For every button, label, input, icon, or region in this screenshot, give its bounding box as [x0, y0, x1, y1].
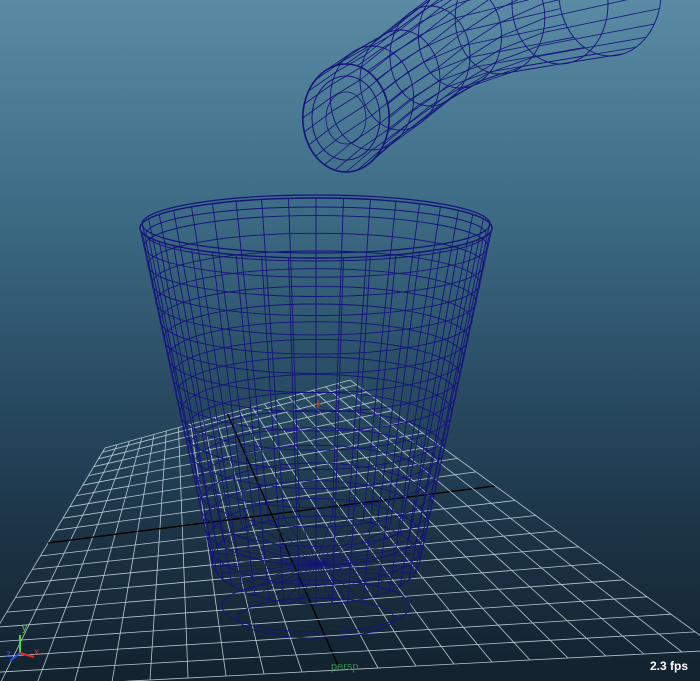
tube-seam	[387, 84, 413, 105]
grid-line	[214, 417, 303, 673]
axis-x-label: x	[34, 647, 39, 658]
tube-seam	[500, 3, 544, 23]
cup-seam	[148, 218, 218, 547]
tube-seam	[543, 0, 560, 4]
cup-seam	[212, 203, 256, 525]
cup-seam	[418, 223, 491, 554]
tube-seam	[304, 84, 333, 105]
tube-seam	[559, 55, 611, 65]
tube-seam	[401, 44, 429, 62]
cup-seam	[261, 199, 285, 519]
tube-seam	[459, 73, 501, 89]
maya-perspective-viewport[interactable]: y x z persp 2.3 fps	[0, 0, 700, 681]
tube-seam	[429, 0, 439, 7]
tube-wireframe[interactable]	[301, 0, 662, 173]
tube-seam	[430, 57, 469, 74]
tube-seam	[449, 80, 482, 100]
cup-seam	[389, 249, 441, 592]
tube-seam	[461, 33, 519, 47]
tube-seam	[335, 104, 366, 125]
tube-seam	[407, 54, 435, 73]
tube-seam	[535, 47, 585, 57]
tube-seam	[409, 80, 440, 100]
cup-seam	[139, 227, 213, 561]
tube-seam	[449, 71, 489, 87]
grid-line	[37, 441, 130, 681]
tube-seam	[439, 55, 471, 81]
tube-seam	[470, 71, 512, 87]
tube-seam	[513, 8, 561, 20]
tube-seam	[379, 98, 411, 124]
tube-seam	[383, 71, 409, 92]
grid-line	[0, 613, 671, 657]
grid-line	[325, 386, 645, 655]
tube-seam	[543, 19, 607, 33]
tube-seam	[544, 3, 609, 19]
cup-seam	[191, 249, 243, 592]
tube-seam	[606, 8, 660, 20]
cup-seam	[414, 218, 484, 547]
tube-seam	[411, 66, 439, 85]
fps-counter: 2.3 fps	[649, 659, 688, 673]
tube-seam	[359, 55, 391, 81]
cup-seam	[141, 223, 214, 554]
camera-name-label: persp	[331, 661, 359, 673]
cup-seam	[376, 203, 420, 525]
tube-ring	[558, 0, 662, 57]
scene-canvas[interactable]	[0, 0, 700, 681]
grid-line	[337, 383, 683, 653]
tube-seam	[388, 97, 414, 119]
tube-seam	[607, 0, 628, 5]
grid-line	[190, 424, 227, 677]
tube-seam	[547, 53, 597, 63]
cup-wireframe[interactable]	[139, 194, 493, 639]
tube-seam	[360, 127, 390, 149]
axis-y-label: y	[22, 623, 27, 634]
tube-seam	[538, 33, 602, 47]
tube-seam	[511, 0, 530, 5]
tube-seam	[526, 36, 574, 47]
axis-gizmo: y x z	[6, 623, 46, 667]
tube-seam	[428, 91, 459, 116]
tube-seam	[601, 23, 655, 35]
tube-seam	[488, 61, 548, 73]
pivot-marker	[314, 400, 322, 408]
tube-seam	[419, 12, 451, 38]
cup-base-spoke	[315, 524, 378, 565]
cup-base-spoke	[315, 539, 409, 565]
tube-seam	[371, 20, 402, 45]
tube-seam	[361, 31, 390, 49]
tube-seam	[449, 0, 469, 14]
axis-z-label: z	[6, 649, 11, 660]
cup-seam	[347, 199, 371, 519]
tube-seam	[439, 66, 478, 82]
